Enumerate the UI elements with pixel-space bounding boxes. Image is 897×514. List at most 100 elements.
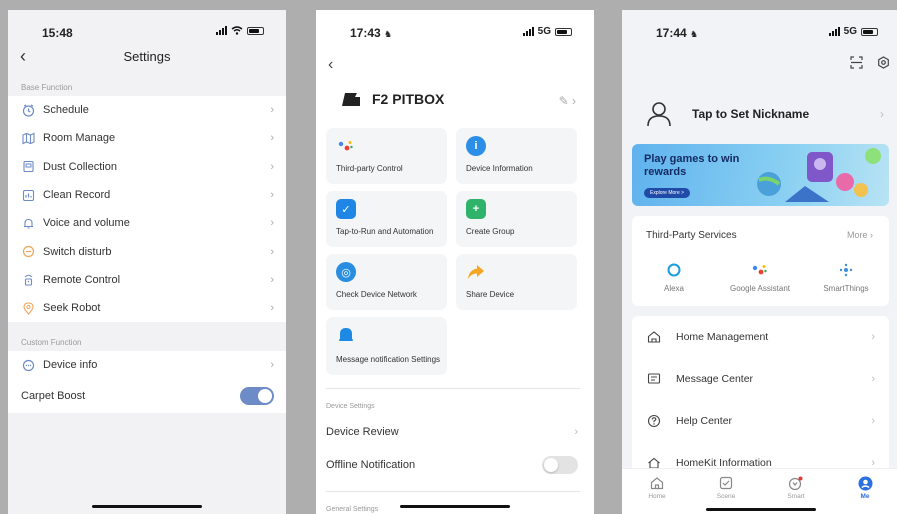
settings-item-label: Voice and volume (43, 217, 130, 230)
bell-icon (336, 325, 356, 345)
chevron-right-icon: › (270, 217, 274, 230)
me-screen: 17:44 ♞ 5G Tap to Set Nickname › Play ga… (622, 10, 897, 514)
service-google-assistant[interactable]: Google Assistant (722, 262, 798, 294)
tile-label: Create Group (466, 227, 515, 236)
settings-item-label: Remote Control (43, 273, 121, 286)
chevron-right-icon: › (270, 359, 274, 372)
tile-label: Share Device (466, 290, 515, 299)
offline-notification-toggle[interactable] (542, 456, 578, 474)
disturb-icon (21, 245, 35, 259)
settings-item-label: Device info (43, 359, 98, 372)
tile-share-device[interactable]: Share Device (456, 254, 577, 310)
wifi-icon (231, 26, 243, 35)
chevron-right-icon: › (880, 107, 884, 121)
tile-device-information[interactable]: i Device Information (456, 128, 577, 184)
back-icon[interactable]: ‹ (328, 56, 333, 74)
service-alexa[interactable]: Alexa (636, 262, 712, 294)
battery-icon (247, 26, 264, 35)
tab-smart[interactable]: Smart (771, 475, 821, 500)
service-label: Alexa (663, 284, 684, 293)
settings-item-device-info[interactable]: Device info › (8, 351, 286, 379)
chevron-right-icon: › (871, 331, 875, 343)
signal-icon (828, 27, 840, 36)
chevron-right-icon: › (574, 426, 578, 438)
chevron-right-icon: › (270, 273, 274, 286)
settings-item-voice-volume[interactable]: Voice and volume › (8, 209, 286, 237)
settings-item-switch-disturb[interactable]: Switch disturb › (8, 237, 286, 265)
settings-item-schedule[interactable]: Schedule › (8, 96, 286, 124)
home-indicator (400, 505, 510, 508)
signal-icon (216, 26, 227, 35)
group-add-icon: + (466, 199, 486, 219)
remote-icon (21, 273, 35, 287)
tile-tap-to-run[interactable]: ✓ Tap-to-Run and Automation (326, 191, 447, 247)
section-divider (326, 491, 580, 492)
tile-message-notification[interactable]: Message notification Settings (326, 317, 447, 375)
message-icon (646, 371, 662, 387)
status-time: 17:43 ♞ (350, 26, 392, 40)
status-bar: 17:43 ♞ 5G (316, 26, 594, 40)
tile-label: Message notification Settings (336, 355, 441, 364)
offline-notification-row: Offline Notification (326, 450, 580, 480)
settings-item-label: Seek Robot (43, 302, 101, 315)
network-type: 5G (537, 26, 551, 37)
chevron-right-icon: › (270, 245, 274, 258)
tab-me[interactable]: Me (840, 475, 890, 500)
settings-item-label: Dust Collection (43, 160, 117, 173)
bell-icon (21, 216, 35, 230)
settings-gear-icon[interactable] (877, 56, 890, 69)
home-icon (646, 329, 662, 345)
device-review-row[interactable]: Device Review › (326, 417, 580, 447)
settings-item-remote-control[interactable]: Remote Control › (8, 266, 286, 294)
third-party-services-card: Third-Party Services More › Alexa Google… (632, 216, 889, 306)
nickname-label: Tap to Set Nickname (692, 107, 810, 121)
tile-create-group[interactable]: + Create Group (456, 191, 577, 247)
tab-label: Home (648, 493, 666, 500)
info-icon (21, 358, 35, 372)
chevron-right-icon: › (871, 415, 875, 427)
settings-item-seek-robot[interactable]: Seek Robot › (8, 294, 286, 322)
menu-home-management[interactable]: Home Management › (646, 316, 875, 358)
settings-item-room-manage[interactable]: Room Manage › (8, 124, 286, 152)
settings-item-label: Clean Record (43, 189, 111, 202)
base-function-label: Base Function (21, 83, 73, 92)
tile-check-device-network[interactable]: ◎ Check Device Network (326, 254, 447, 310)
alexa-icon (636, 262, 712, 278)
offline-notification-label: Offline Notification (326, 459, 416, 471)
tile-label: Tap-to-Run and Automation (336, 227, 434, 236)
settings-item-clean-record[interactable]: Clean Record › (8, 181, 286, 209)
record-icon (21, 188, 35, 202)
third-party-title: Third-Party Services (646, 230, 737, 241)
base-function-list: Schedule › Room Manage › Dust Collection… (8, 96, 286, 323)
games-banner[interactable]: Play games to win rewards Explore More > (632, 144, 889, 206)
settings-item-label: Schedule (43, 104, 89, 117)
google-assistant-icon (336, 136, 356, 156)
avatar-icon (647, 102, 671, 127)
tile-label: Third-party Control (336, 164, 403, 173)
battery-icon (555, 27, 572, 36)
menu-help-center[interactable]: Help Center › (646, 400, 875, 442)
home-indicator (92, 505, 202, 508)
settings-item-dust-collection[interactable]: Dust Collection › (8, 153, 286, 181)
status-time: 15:48 (42, 26, 73, 40)
tab-label: Me (860, 493, 870, 500)
service-smartthings[interactable]: SmartThings (808, 262, 884, 294)
map-icon (21, 131, 35, 145)
clock-icon (21, 103, 35, 117)
menu-label: Help Center (676, 415, 733, 427)
more-label: More (846, 230, 868, 240)
chevron-right-icon: › (270, 302, 274, 315)
edit-name-icon[interactable]: ✎ › (559, 94, 576, 108)
settings-screen: 15:48 ‹ Settings Base Function Schedule … (8, 10, 286, 514)
scan-icon[interactable] (850, 56, 863, 69)
carpet-boost-toggle[interactable] (240, 387, 274, 406)
explore-more-button[interactable]: Explore More > (644, 188, 691, 198)
menu-label: Message Center (676, 373, 754, 385)
tab-home[interactable]: Home (632, 475, 682, 500)
tab-scene[interactable]: Scene (701, 475, 751, 500)
profile-row[interactable]: Tap to Set Nickname › (646, 94, 890, 134)
third-party-more-link[interactable]: More › (847, 230, 873, 240)
menu-message-center[interactable]: Message Center › (646, 358, 875, 400)
device-settings-label: Device Settings (326, 403, 375, 410)
tile-third-party-control[interactable]: Third-party Control (326, 128, 447, 184)
